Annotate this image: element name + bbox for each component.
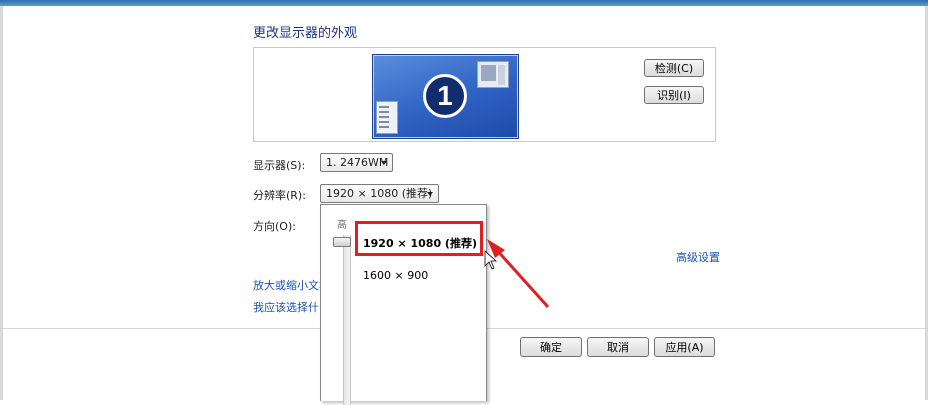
annotation-arrow <box>484 239 550 309</box>
annotation-arrow-line <box>493 246 550 309</box>
